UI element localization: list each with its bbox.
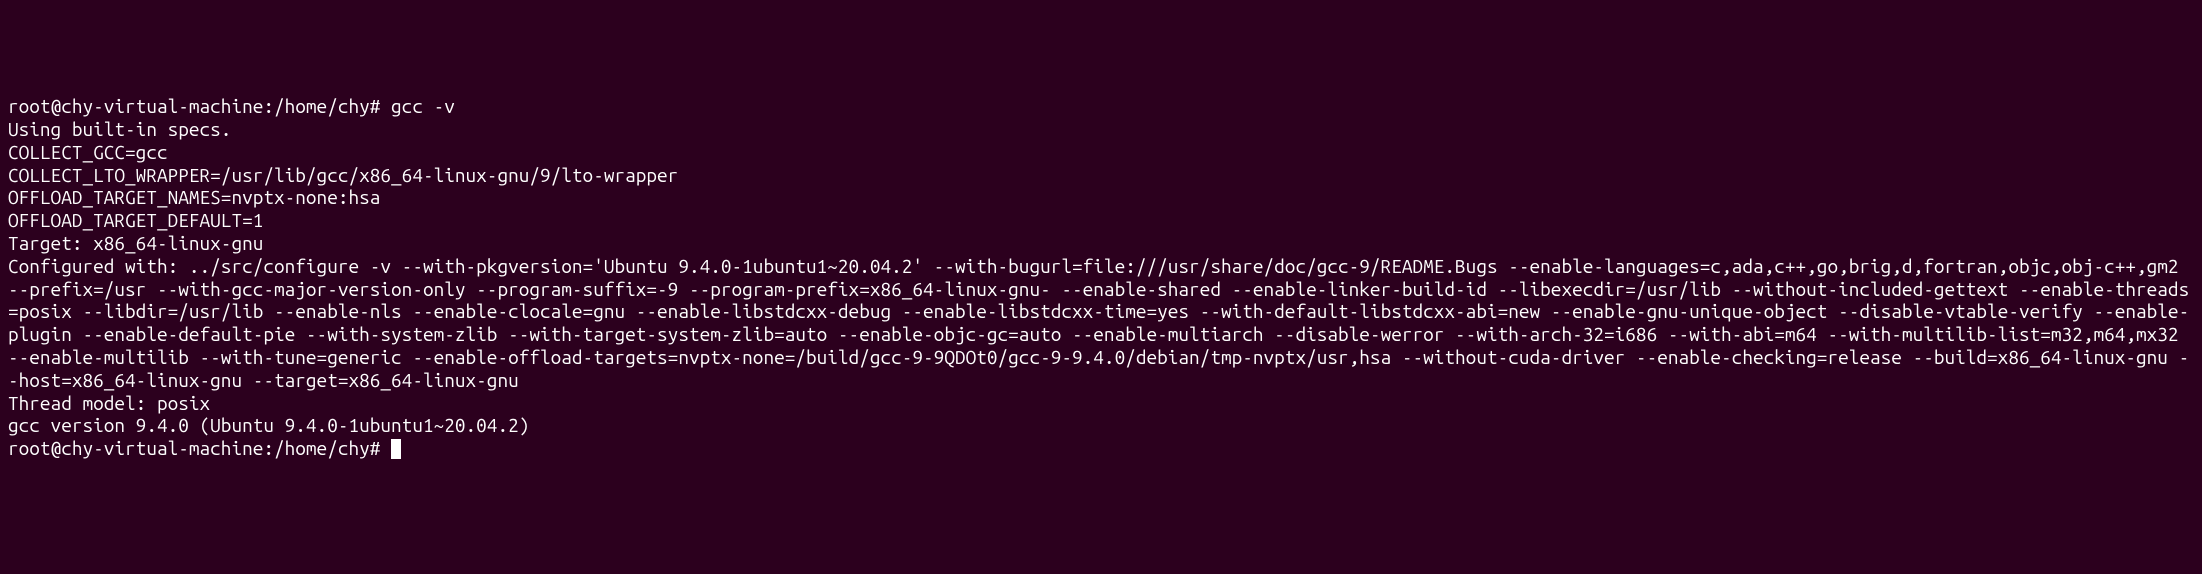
output-line: OFFLOAD_TARGET_DEFAULT=1 [8,209,2194,232]
output-line: Using built-in specs. [8,118,2194,141]
command-text: gcc -v [391,95,455,117]
prompt-line-1: root@chy-virtual-machine:/home/chy# gcc … [8,95,2194,118]
output-line: Thread model: posix [8,392,2194,415]
output-line: OFFLOAD_TARGET_NAMES=nvptx-none:hsa [8,186,2194,209]
shell-prompt: root@chy-virtual-machine:/home/chy# [8,95,391,117]
shell-prompt: root@chy-virtual-machine:/home/chy# [8,437,391,459]
output-line: COLLECT_GCC=gcc [8,141,2194,164]
output-line: Configured with: ../src/configure -v --w… [8,255,2194,392]
prompt-line-2: root@chy-virtual-machine:/home/chy# [8,437,2194,460]
cursor-icon [391,439,401,459]
terminal-output[interactable]: root@chy-virtual-machine:/home/chy# gcc … [8,95,2194,460]
output-line: Target: x86_64-linux-gnu [8,232,2194,255]
output-line: COLLECT_LTO_WRAPPER=/usr/lib/gcc/x86_64-… [8,164,2194,187]
output-line: gcc version 9.4.0 (Ubuntu 9.4.0-1ubuntu1… [8,414,2194,437]
